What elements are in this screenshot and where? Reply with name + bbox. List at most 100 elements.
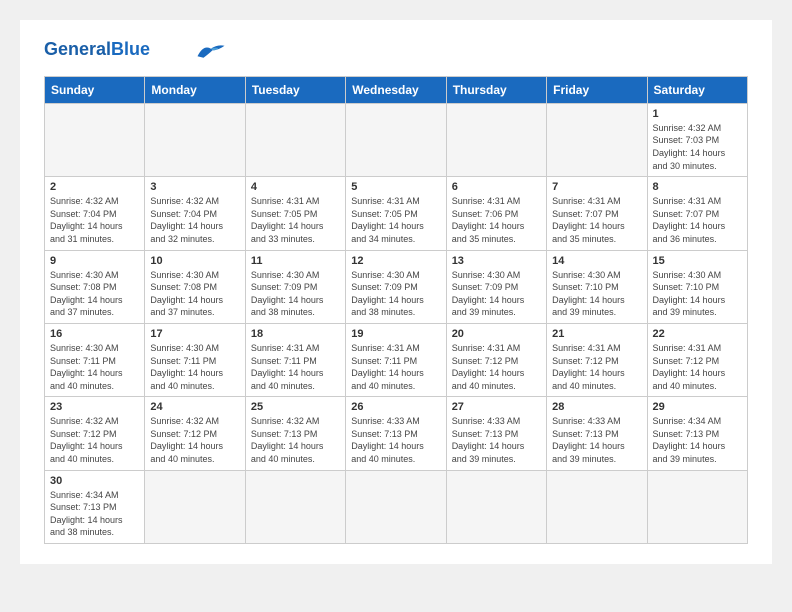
day-number: 22 [653, 328, 742, 340]
calendar-cell: 3Sunrise: 4:32 AMSunset: 7:04 PMDaylight… [145, 177, 245, 250]
calendar-cell: 22 Sunrise: 4:31 AMSunset: 7:12 PMDayligh… [647, 323, 747, 396]
day-number: 16 [50, 328, 139, 340]
calendar-week-6: 30 Sunrise: 4:34 AMSunset: 7:13 PMDayligh… [45, 470, 748, 543]
calendar-dow-saturday: Saturday [647, 76, 747, 103]
logo-text: GeneralBlue [44, 40, 150, 60]
day-number: 29 [653, 401, 742, 413]
calendar-cell [145, 470, 245, 543]
day-info: Sunrise: 4:30 AMSunset: 7:11 PMDaylight:… [150, 342, 239, 392]
calendar-dow-wednesday: Wednesday [346, 76, 446, 103]
calendar-dow-friday: Friday [547, 76, 647, 103]
day-info: Sunrise: 4:31 AMSunset: 7:11 PMDaylight:… [351, 342, 440, 392]
calendar-cell [446, 103, 546, 176]
day-info: Sunrise: 4:32 AMSunset: 7:04 PMDaylight:… [50, 195, 139, 245]
calendar-cell: 30 Sunrise: 4:34 AMSunset: 7:13 PMDayligh… [45, 470, 145, 543]
day-info: Sunrise: 4:30 AMSunset: 7:09 PMDaylight:… [251, 269, 340, 319]
day-number: 4 [251, 181, 340, 193]
calendar-header-row: SundayMondayTuesdayWednesdayThursdayFrid… [45, 76, 748, 103]
day-number: 12 [351, 255, 440, 267]
day-info: Sunrise: 4:30 AMSunset: 7:11 PMDaylight:… [50, 342, 139, 392]
day-number: 10 [150, 255, 239, 267]
day-info: Sunrise: 4:31 AMSunset: 7:12 PMDaylight:… [452, 342, 541, 392]
calendar-cell: 29 Sunrise: 4:34 AMSunset: 7:13 PMDayligh… [647, 397, 747, 470]
header: GeneralBlue [44, 40, 748, 60]
calendar-week-3: 9 Sunrise: 4:30 AMSunset: 7:08 PMDaylight… [45, 250, 748, 323]
calendar-cell [547, 103, 647, 176]
day-info: Sunrise: 4:31 AMSunset: 7:05 PMDaylight:… [351, 195, 440, 245]
calendar-cell: 1 Sunrise: 4:32 AMSunset: 7:03 PMDaylight… [647, 103, 747, 176]
day-number: 18 [251, 328, 340, 340]
day-info: Sunrise: 4:30 AMSunset: 7:08 PMDaylight:… [50, 269, 139, 319]
day-info: Sunrise: 4:33 AMSunset: 7:13 PMDaylight:… [351, 415, 440, 465]
calendar-cell: 25Sunrise: 4:32 AMSunset: 7:13 PMDayligh… [245, 397, 345, 470]
day-number: 6 [452, 181, 541, 193]
calendar-cell: 6Sunrise: 4:31 AMSunset: 7:06 PMDaylight… [446, 177, 546, 250]
day-number: 17 [150, 328, 239, 340]
day-number: 25 [251, 401, 340, 413]
day-number: 11 [251, 255, 340, 267]
calendar-cell: 10Sunrise: 4:30 AMSunset: 7:08 PMDayligh… [145, 250, 245, 323]
calendar-cell: 14 Sunrise: 4:30 AMSunset: 7:10 PMDayligh… [547, 250, 647, 323]
calendar-dow-sunday: Sunday [45, 76, 145, 103]
calendar-cell: 12 Sunrise: 4:30 AMSunset: 7:09 PMDayligh… [346, 250, 446, 323]
day-number: 28 [552, 401, 641, 413]
day-info: Sunrise: 4:31 AMSunset: 7:12 PMDaylight:… [552, 342, 641, 392]
day-number: 1 [653, 108, 742, 120]
day-number: 23 [50, 401, 139, 413]
day-info: Sunrise: 4:32 AMSunset: 7:04 PMDaylight:… [150, 195, 239, 245]
day-number: 9 [50, 255, 139, 267]
day-number: 14 [552, 255, 641, 267]
calendar-week-1: 1 Sunrise: 4:32 AMSunset: 7:03 PMDaylight… [45, 103, 748, 176]
calendar-cell: 8 Sunrise: 4:31 AMSunset: 7:07 PMDaylight… [647, 177, 747, 250]
calendar-dow-thursday: Thursday [446, 76, 546, 103]
calendar-cell: 24 Sunrise: 4:32 AMSunset: 7:12 PMDayligh… [145, 397, 245, 470]
calendar-cell [446, 470, 546, 543]
day-number: 13 [452, 255, 541, 267]
day-number: 27 [452, 401, 541, 413]
day-number: 7 [552, 181, 641, 193]
day-number: 8 [653, 181, 742, 193]
page: GeneralBlue SundayMondayTuesdayWednesday… [20, 20, 772, 564]
day-info: Sunrise: 4:32 AMSunset: 7:12 PMDaylight:… [150, 415, 239, 465]
calendar-cell [245, 470, 345, 543]
calendar-cell [647, 470, 747, 543]
day-number: 21 [552, 328, 641, 340]
day-info: Sunrise: 4:31 AMSunset: 7:07 PMDaylight:… [653, 195, 742, 245]
calendar-cell [547, 470, 647, 543]
day-info: Sunrise: 4:30 AMSunset: 7:10 PMDaylight:… [552, 269, 641, 319]
calendar-cell: 11 Sunrise: 4:30 AMSunset: 7:09 PMDayligh… [245, 250, 345, 323]
logo-general: General [44, 39, 111, 59]
day-number: 15 [653, 255, 742, 267]
day-info: Sunrise: 4:33 AMSunset: 7:13 PMDaylight:… [552, 415, 641, 465]
calendar-cell [45, 103, 145, 176]
day-info: Sunrise: 4:31 AMSunset: 7:12 PMDaylight:… [653, 342, 742, 392]
calendar-cell: 4 Sunrise: 4:31 AMSunset: 7:05 PMDaylight… [245, 177, 345, 250]
calendar-cell [346, 470, 446, 543]
day-info: Sunrise: 4:34 AMSunset: 7:13 PMDaylight:… [653, 415, 742, 465]
day-info: Sunrise: 4:30 AMSunset: 7:09 PMDaylight:… [351, 269, 440, 319]
day-number: 26 [351, 401, 440, 413]
calendar-cell: 19Sunrise: 4:31 AMSunset: 7:11 PMDayligh… [346, 323, 446, 396]
day-info: Sunrise: 4:34 AMSunset: 7:13 PMDaylight:… [50, 489, 139, 539]
calendar-cell: 13 Sunrise: 4:30 AMSunset: 7:09 PMDayligh… [446, 250, 546, 323]
calendar-cell: 20Sunrise: 4:31 AMSunset: 7:12 PMDayligh… [446, 323, 546, 396]
calendar-cell [145, 103, 245, 176]
day-info: Sunrise: 4:31 AMSunset: 7:11 PMDaylight:… [251, 342, 340, 392]
day-info: Sunrise: 4:31 AMSunset: 7:07 PMDaylight:… [552, 195, 641, 245]
day-info: Sunrise: 4:31 AMSunset: 7:05 PMDaylight:… [251, 195, 340, 245]
calendar-cell: 9 Sunrise: 4:30 AMSunset: 7:08 PMDaylight… [45, 250, 145, 323]
logo-bird-icon [196, 42, 226, 60]
calendar-cell: 17 Sunrise: 4:30 AMSunset: 7:11 PMDayligh… [145, 323, 245, 396]
calendar-cell: 23 Sunrise: 4:32 AMSunset: 7:12 PMDayligh… [45, 397, 145, 470]
day-info: Sunrise: 4:30 AMSunset: 7:09 PMDaylight:… [452, 269, 541, 319]
calendar-cell: 15Sunrise: 4:30 AMSunset: 7:10 PMDayligh… [647, 250, 747, 323]
day-number: 30 [50, 475, 139, 487]
calendar-week-2: 2Sunrise: 4:32 AMSunset: 7:04 PMDaylight… [45, 177, 748, 250]
calendar-cell: 26 Sunrise: 4:33 AMSunset: 7:13 PMDayligh… [346, 397, 446, 470]
day-info: Sunrise: 4:32 AMSunset: 7:12 PMDaylight:… [50, 415, 139, 465]
calendar-week-4: 16 Sunrise: 4:30 AMSunset: 7:11 PMDayligh… [45, 323, 748, 396]
day-info: Sunrise: 4:33 AMSunset: 7:13 PMDaylight:… [452, 415, 541, 465]
day-number: 24 [150, 401, 239, 413]
logo-blue: Blue [111, 39, 150, 59]
day-info: Sunrise: 4:32 AMSunset: 7:03 PMDaylight:… [653, 122, 742, 172]
